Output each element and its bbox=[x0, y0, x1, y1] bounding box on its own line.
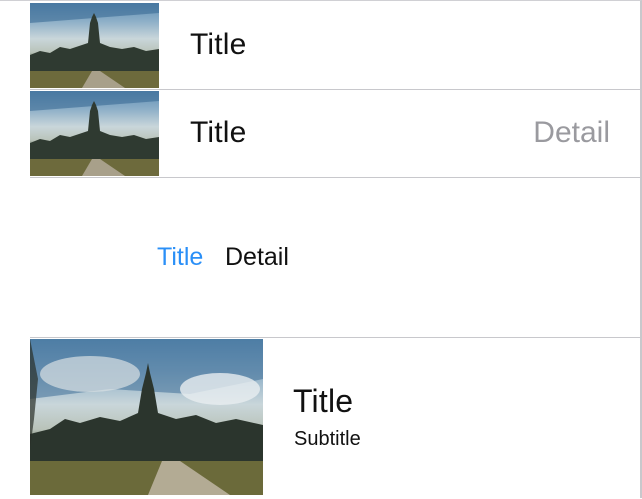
castle-image bbox=[30, 339, 263, 495]
cell-title: Title bbox=[190, 116, 247, 149]
table-cell-subtitle[interactable]: Title Subtitle bbox=[0, 338, 640, 499]
castle-thumbnail-image bbox=[30, 3, 159, 88]
table-view: Title Title Detail Title Detail Title Su… bbox=[0, 0, 642, 499]
cell-detail: Detail bbox=[225, 243, 289, 271]
cell-title: Title bbox=[157, 243, 204, 271]
cell-subtitle: Subtitle bbox=[294, 428, 361, 450]
cell-title: Title bbox=[190, 28, 247, 61]
table-cell-value2[interactable]: Title Detail bbox=[0, 178, 640, 337]
cell-detail: Detail bbox=[533, 116, 610, 149]
table-cell-value1[interactable]: Title Detail bbox=[0, 90, 640, 177]
table-cell-default[interactable]: Title bbox=[0, 1, 640, 89]
castle-thumbnail-image bbox=[30, 91, 159, 176]
cell-title: Title bbox=[293, 383, 354, 419]
